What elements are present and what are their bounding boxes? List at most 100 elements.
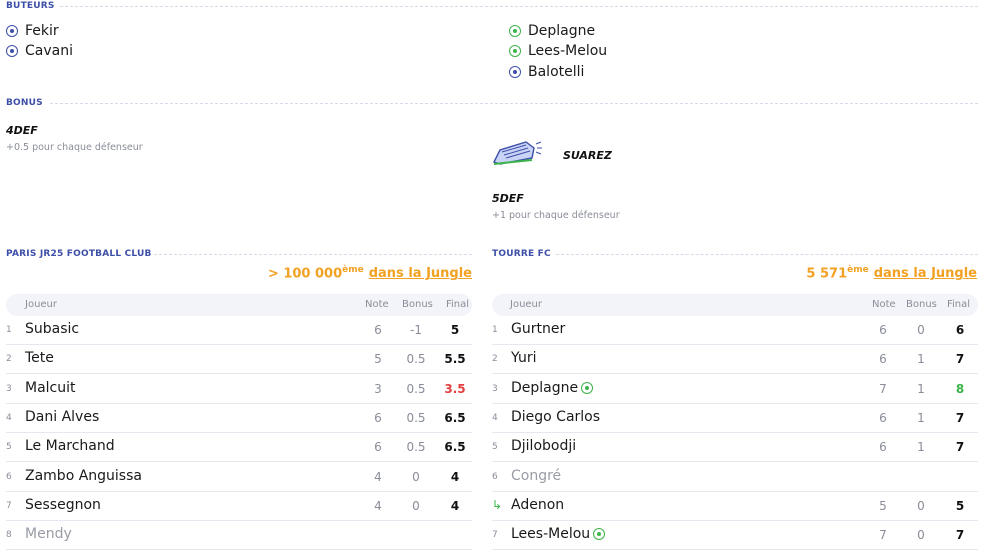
player-name[interactable]: Tete bbox=[25, 350, 54, 366]
bonus-value: 0.5 bbox=[406, 352, 426, 367]
rank-value: 5 571 bbox=[806, 266, 848, 282]
row-number: 6 bbox=[492, 471, 498, 482]
scorers-divider bbox=[60, 6, 978, 7]
team-right-rank: 5 571ème dans la Jungle bbox=[806, 265, 977, 281]
rank-link[interactable]: dans la Jungle bbox=[874, 266, 977, 281]
team-right-divider bbox=[556, 254, 978, 255]
bonus-shoe-name: SUAREZ bbox=[563, 149, 612, 162]
table-row[interactable]: 7 Sessegnon 4 0 4 bbox=[6, 492, 472, 521]
player-name-text: Deplagne bbox=[511, 379, 579, 396]
table-row[interactable]: 7 Lees-Melou 7 0 7 bbox=[492, 521, 978, 551]
player-name[interactable]: Diego Carlos bbox=[511, 409, 600, 425]
bonus-value: 0 bbox=[412, 469, 420, 484]
scorer-left-2: Cavani bbox=[6, 43, 73, 59]
bonus-right-name: 5DEF bbox=[492, 192, 524, 205]
bonus-value: 0.5 bbox=[406, 410, 426, 425]
final-value: 7 bbox=[955, 352, 965, 367]
final-value: 8 bbox=[955, 381, 965, 396]
table-row[interactable]: 8 Mendy bbox=[6, 521, 472, 551]
player-name[interactable]: Dani Alves bbox=[25, 409, 99, 425]
player-name[interactable]: Gurtner bbox=[511, 321, 565, 337]
scorer-name: Deplagne bbox=[528, 23, 596, 39]
final-value: 7 bbox=[955, 410, 965, 425]
table-row[interactable]: 2 Yuri 6 1 7 bbox=[492, 345, 978, 375]
rank-link[interactable]: dans la Jungle bbox=[369, 266, 472, 281]
table-row[interactable]: 1 Gurtner 6 0 6 bbox=[492, 316, 978, 345]
note-value: 6 bbox=[374, 410, 382, 425]
bonus-value: 0 bbox=[917, 528, 925, 543]
bonus-value: 1 bbox=[917, 352, 925, 367]
scorer-right-1: Deplagne bbox=[509, 23, 595, 39]
substitution-icon: ↳ bbox=[492, 497, 503, 512]
note-value: 7 bbox=[879, 528, 887, 543]
goal-ball-icon bbox=[509, 45, 521, 57]
header-bonus: Bonus bbox=[906, 299, 937, 310]
header-final: Final bbox=[947, 299, 971, 310]
table-row[interactable]: 4 Dani Alves 6 0.5 6.5 bbox=[6, 404, 472, 433]
header-player: Joueur bbox=[25, 299, 58, 310]
final-value: 4 bbox=[450, 469, 460, 484]
row-number: 1 bbox=[6, 325, 12, 335]
row-number: 8 bbox=[6, 530, 12, 541]
player-name[interactable]: Subasic bbox=[25, 321, 79, 337]
team-left-rank: > 100 000ème dans la Jungle bbox=[268, 265, 472, 281]
player-name[interactable]: Le Marchand bbox=[25, 438, 115, 454]
table-row[interactable]: 3 Malcuit 3 0.5 3.5 bbox=[6, 375, 472, 404]
rank-suffix: ème bbox=[847, 265, 869, 275]
table-row[interactable]: 6 Congré bbox=[492, 463, 978, 492]
bonus-value: 1 bbox=[917, 440, 925, 455]
scorer-right-3: Balotelli bbox=[509, 64, 584, 80]
note-value: 6 bbox=[879, 323, 887, 337]
player-name[interactable]: Malcuit bbox=[25, 380, 76, 396]
player-name-text: Zambo Anguissa bbox=[25, 467, 142, 484]
bonus-value: 0 bbox=[917, 323, 925, 337]
bonus-title: BONUS bbox=[6, 98, 43, 108]
table-row[interactable]: 1 Subasic 6 -1 5 bbox=[6, 316, 472, 345]
header-note: Note bbox=[365, 299, 389, 310]
final-value: 3.5 bbox=[444, 381, 466, 396]
table-row[interactable]: 5 Djilobodji 6 1 7 bbox=[492, 433, 978, 463]
table-row[interactable]: ↳ Adenon 5 0 5 bbox=[492, 492, 978, 521]
header-note: Note bbox=[872, 299, 896, 310]
table-row[interactable]: 5 Le Marchand 6 0.5 6.5 bbox=[6, 433, 472, 463]
row-number: 2 bbox=[492, 354, 498, 365]
player-name[interactable]: Deplagne bbox=[511, 380, 600, 396]
player-name[interactable]: Sessegnon bbox=[25, 497, 101, 513]
note-value: 5 bbox=[374, 352, 382, 367]
team-right-name: TOURRE FC bbox=[492, 249, 551, 259]
table-row[interactable]: 2 Tete 5 0.5 5.5 bbox=[6, 345, 472, 375]
player-name[interactable]: Zambo Anguissa bbox=[25, 468, 142, 484]
bonus-left-name: 4DEF bbox=[6, 124, 38, 137]
row-number: 7 bbox=[6, 500, 12, 511]
player-name[interactable]: Adenon bbox=[511, 497, 564, 513]
player-name-text: Gurtner bbox=[511, 321, 566, 337]
scorer-right-2: Lees-Melou bbox=[509, 43, 607, 59]
player-name[interactable]: Djilobodji bbox=[511, 438, 576, 454]
row-number: 3 bbox=[492, 383, 498, 394]
player-name[interactable]: Lees-Melou bbox=[511, 526, 612, 542]
bonus-right-desc: +1 pour chaque défenseur bbox=[492, 210, 620, 221]
table-row[interactable]: 3 Deplagne 7 1 8 bbox=[492, 375, 978, 404]
final-value: 6 bbox=[955, 323, 965, 337]
final-value: 6.5 bbox=[444, 440, 466, 455]
goal-ball-icon bbox=[6, 45, 18, 57]
player-name[interactable]: Congré bbox=[511, 468, 561, 484]
final-value: 7 bbox=[955, 528, 965, 543]
header-player: Joueur bbox=[510, 299, 543, 310]
rank-suffix: ème bbox=[342, 265, 364, 275]
scorer-name: Lees-Melou bbox=[528, 43, 608, 59]
note-value: 6 bbox=[374, 323, 382, 337]
table-row[interactable]: 4 Diego Carlos 6 1 7 bbox=[492, 404, 978, 433]
player-name-text: Mendy bbox=[25, 526, 72, 543]
player-name-text: Sessegnon bbox=[25, 496, 101, 513]
row-number: 4 bbox=[6, 412, 12, 423]
bonus-divider bbox=[50, 103, 978, 104]
player-name[interactable]: Mendy bbox=[25, 526, 72, 542]
note-value: 7 bbox=[879, 381, 887, 396]
player-name[interactable]: Yuri bbox=[511, 350, 536, 366]
table-row[interactable]: 6 Zambo Anguissa 4 0 4 bbox=[6, 463, 472, 492]
note-value: 6 bbox=[879, 352, 887, 367]
note-value: 4 bbox=[374, 498, 382, 513]
goal-ball-icon bbox=[509, 25, 521, 37]
player-name-text: Djilobodji bbox=[511, 438, 577, 455]
